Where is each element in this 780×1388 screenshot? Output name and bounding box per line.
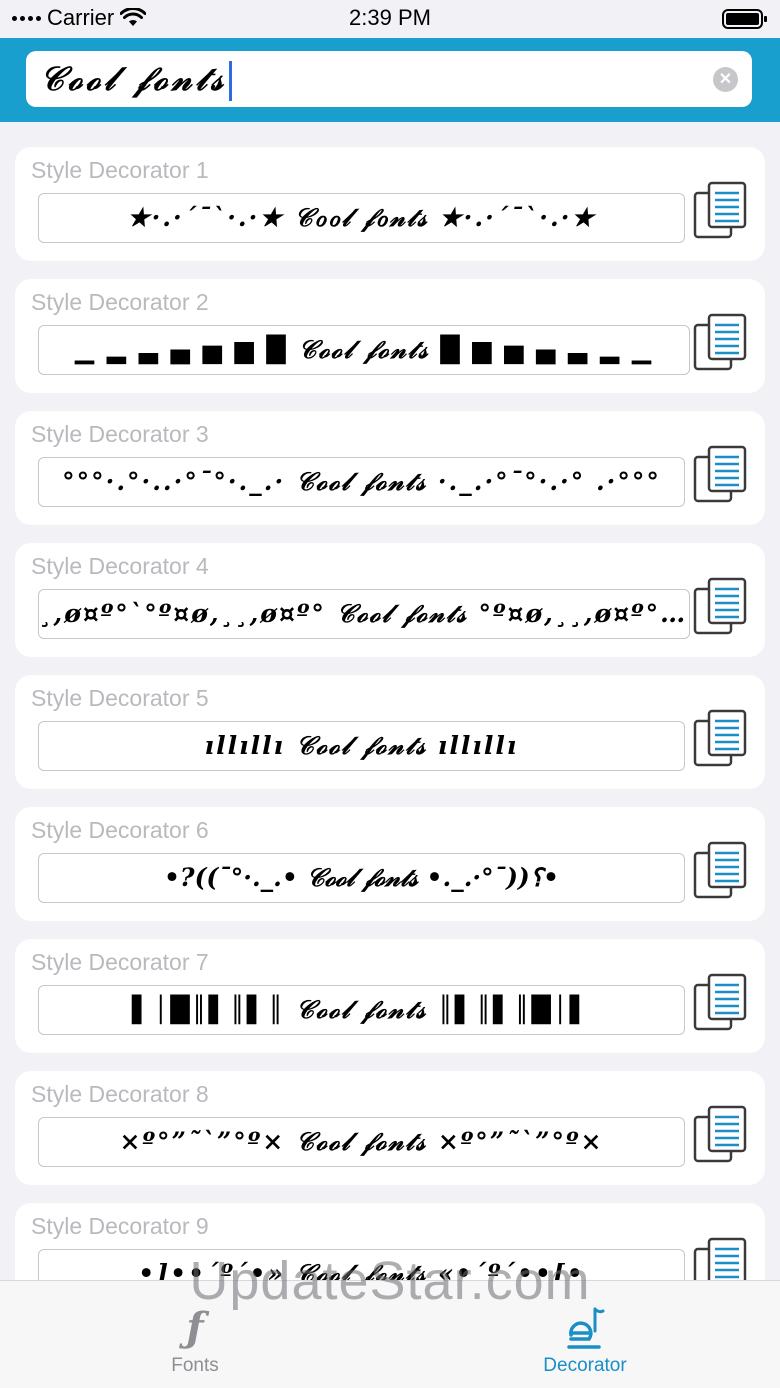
- copy-icon[interactable]: [693, 577, 749, 635]
- decorator-card: Style Decorator 4 ¸,ø¤º°`°º¤ø,¸¸,ø¤º° 𝒞ℴ…: [15, 543, 765, 657]
- status-bar: Carrier 2:39 PM: [0, 0, 780, 38]
- decorator-card: Style Decorator 7 ▌│█║▌║▌║ 𝒞ℴℴ𝓁 𝒻ℴ𝓃𝓉𝓈 ║▌…: [15, 939, 765, 1053]
- copy-icon[interactable]: [693, 973, 749, 1031]
- text-input-value: 𝒞ℴℴ𝓁 𝒻ℴ𝓃𝓉𝓈: [40, 59, 227, 98]
- decorated-text[interactable]: ★·.·´¯`·.·★ 𝒞ℴℴ𝓁 𝒻ℴ𝓃𝓉𝓈 ★·.·´¯`·.·★: [38, 193, 685, 243]
- copy-icon[interactable]: [693, 709, 749, 767]
- decorator-title: Style Decorator 8: [31, 1081, 209, 1107]
- decorator-card: Style Decorator 8 ×º°”˜`”°º× 𝒞ℴℴ𝓁 𝒻ℴ𝓃𝓉𝓈 …: [15, 1071, 765, 1185]
- decorated-text[interactable]: ıllıllı 𝒞ℴℴ𝓁 𝒻ℴ𝓃𝓉𝓈 ıllıllı: [38, 721, 685, 771]
- decorator-card: Style Decorator 2 ▁ ▂ ▃ ▄ ▅ ▆ █ 𝒞ℴℴ𝓁 𝒻ℴ𝓃…: [15, 279, 765, 393]
- decorator-title: Style Decorator 3: [31, 421, 209, 447]
- clear-icon[interactable]: ✕: [713, 67, 738, 92]
- decorator-list[interactable]: Style Decorator 1 ★·.·´¯`·.·★ 𝒞ℴℴ𝓁 𝒻ℴ𝓃𝓉𝓈…: [0, 122, 780, 1280]
- text-input[interactable]: 𝒞ℴℴ𝓁 𝒻ℴ𝓃𝓉𝓈: [40, 59, 232, 101]
- decorator-title: Style Decorator 1: [31, 157, 209, 183]
- clock: 2:39 PM: [349, 5, 431, 30]
- decorated-text[interactable]: •?((¯°·._.• 𝒞ℴℴ𝓁 𝒻ℴ𝓃𝓉𝓈 •._.·°¯))؟•: [38, 853, 685, 903]
- decorator-card: Style Decorator 3 °°°·.°·..·°¯°·._.· 𝒞ℴℴ…: [15, 411, 765, 525]
- decorator-card: Style Decorator 5 ıllıllı 𝒞ℴℴ𝓁 𝒻ℴ𝓃𝓉𝓈 ıll…: [15, 675, 765, 789]
- text-input-box[interactable]: 𝒞ℴℴ𝓁 𝒻ℴ𝓃𝓉𝓈 ✕: [26, 51, 752, 107]
- decorator-title: Style Decorator 9: [31, 1213, 209, 1239]
- decorator-title: Style Decorator 5: [31, 685, 209, 711]
- watermark: UpdateStar.com: [189, 1251, 591, 1311]
- copy-icon[interactable]: [693, 841, 749, 899]
- decorated-text[interactable]: ▌│█║▌║▌║ 𝒞ℴℴ𝓁 𝒻ℴ𝓃𝓉𝓈 ║▌║▌║█│▌: [38, 985, 685, 1035]
- battery-icon: [722, 9, 767, 29]
- decorated-text[interactable]: °°°·.°·..·°¯°·._.· 𝒞ℴℴ𝓁 𝒻ℴ𝓃𝓉𝓈 ·._.·°¯°·.…: [38, 457, 685, 507]
- decorator-title: Style Decorator 2: [31, 289, 209, 315]
- decorator-title: Style Decorator 7: [31, 949, 209, 975]
- copy-icon[interactable]: [693, 313, 749, 371]
- decorated-text[interactable]: ¸,ø¤º°`°º¤ø,¸¸,ø¤º° 𝒞ℴℴ𝓁 𝒻ℴ𝓃𝓉𝓈 °º¤ø,¸¸,ø…: [38, 589, 690, 639]
- tab-fonts-label: Fonts: [171, 1355, 219, 1376]
- decorated-text[interactable]: ▁ ▂ ▃ ▄ ▅ ▆ █ 𝒞ℴℴ𝓁 𝒻ℴ𝓃𝓉𝓈 █ ▆ ▅ ▄ ▃ ▂ ▁: [38, 325, 690, 375]
- text-caret: [228, 61, 232, 101]
- decorator-card: Style Decorator 1 ★·.·´¯`·.·★ 𝒞ℴℴ𝓁 𝒻ℴ𝓃𝓉𝓈…: [15, 147, 765, 261]
- copy-icon[interactable]: [693, 445, 749, 503]
- decorated-text[interactable]: ×º°”˜`”°º× 𝒞ℴℴ𝓁 𝒻ℴ𝓃𝓉𝓈 ×º°”˜`”°º×: [38, 1117, 685, 1167]
- decorator-title: Style Decorator 4: [31, 553, 209, 579]
- font-icon: ƒ: [0, 1304, 390, 1354]
- copy-icon[interactable]: [693, 181, 749, 239]
- tab-decorator-label: Decorator: [543, 1355, 627, 1376]
- decorator-icon: [390, 1305, 780, 1356]
- search-header: 𝒞ℴℴ𝓁 𝒻ℴ𝓃𝓉𝓈 ✕: [0, 38, 780, 122]
- copy-icon[interactable]: [693, 1105, 749, 1163]
- decorator-card: Style Decorator 6 •?((¯°·._.• 𝒞ℴℴ𝓁 𝒻ℴ𝓃𝓉𝓈…: [15, 807, 765, 921]
- decorator-title: Style Decorator 6: [31, 817, 209, 843]
